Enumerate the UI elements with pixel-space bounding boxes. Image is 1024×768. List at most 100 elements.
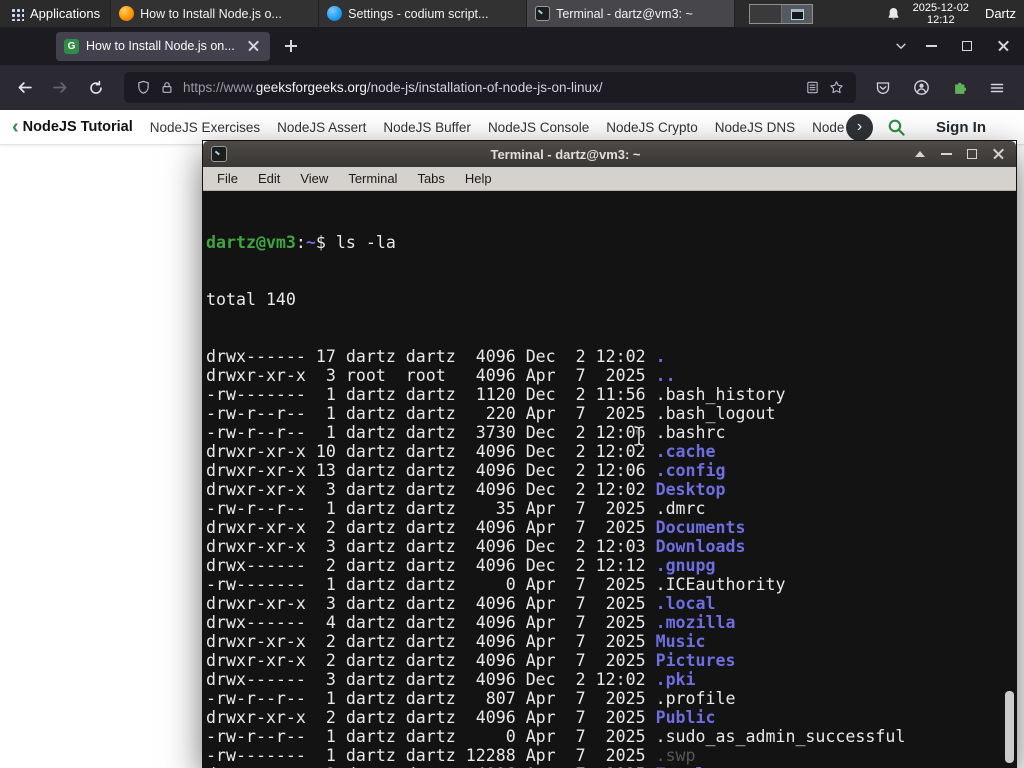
workspace-switcher[interactable] [749, 3, 814, 24]
terminal-close-button[interactable] [988, 144, 1008, 164]
terminal-line: -rw-r--r-- 1 dartz dartz 807 Apr 7 2025 … [206, 689, 736, 708]
terminal-output[interactable]: dartz@vm3:~$ ls -la total 140 drwx------… [203, 191, 1016, 768]
applications-label: Applications [30, 6, 101, 21]
terminal-menu-file[interactable]: File [207, 171, 248, 186]
tab-bar: G How to Install Node.js on... [0, 27, 1024, 65]
pocket-icon[interactable] [868, 73, 898, 103]
terminal-total-line: total 140 [206, 290, 296, 309]
panel-window-button[interactable]: Settings - codium script... [319, 0, 528, 27]
site-nav-link[interactable]: NodeJS Assert [277, 120, 366, 135]
browser-tab-active[interactable]: G How to Install Node.js on... [56, 31, 270, 61]
terminal-scrollbar-thumb[interactable] [1005, 691, 1014, 763]
panel-window-button[interactable]: How to Install Node.js o... [111, 0, 320, 27]
terminal-line: drwx------ 3 dartz dartz 4096 Dec 2 12:0… [206, 670, 696, 689]
site-nav-link[interactable]: NodeJS Buffer [383, 120, 471, 135]
extension-puzzle-icon[interactable] [944, 73, 974, 103]
panel-username: Dartz [984, 6, 1016, 21]
terminal-line: drwx------ 2 dartz dartz 4096 Dec 2 12:1… [206, 556, 716, 575]
terminal-title: Terminal - dartz@vm3: ~ [490, 146, 641, 162]
workspace-cell-active[interactable] [780, 4, 813, 23]
account-icon[interactable] [906, 73, 936, 103]
lock-icon[interactable] [160, 80, 174, 95]
site-nav-link[interactable]: NodeJS Console [488, 120, 589, 135]
tracking-shield-icon[interactable] [136, 80, 151, 95]
tab-title: How to Install Node.js on... [86, 39, 235, 53]
terminal-menu-help[interactable]: Help [455, 171, 502, 186]
site-nav-link[interactable]: NodeJS DNS [715, 120, 795, 135]
terminal-line: drwxr-xr-x 2 dartz dartz 4096 Apr 7 2025… [206, 518, 746, 537]
terminal-line: -rw------- 1 dartz dartz 0 Apr 7 2025 .I… [206, 575, 786, 594]
reload-button[interactable] [80, 73, 112, 103]
url-text[interactable]: https://www.geeksforgeeks.org/node-js/in… [183, 80, 796, 95]
terminal-icon [535, 6, 551, 21]
workspace-cell[interactable] [750, 5, 781, 23]
terminal-line: drwxr-xr-x 13 dartz dartz 4096 Dec 2 12:… [206, 461, 726, 480]
top-panel: Applications How to Install Node.js o...… [0, 0, 1024, 27]
terminal-app-icon [211, 146, 227, 162]
panel-window-title: Terminal - dartz@vm3: ~ [556, 6, 693, 21]
panel-clock[interactable]: 2025-12-02 12:12 [913, 2, 969, 26]
terminal-line: drwxr-xr-x 3 dartz dartz 4096 Apr 7 2025… [206, 594, 716, 613]
codium-icon [327, 6, 343, 21]
site-nav-link[interactable]: NodeJS Tutorial [23, 119, 133, 135]
tab-close-icon[interactable] [244, 37, 262, 55]
panel-window-title: How to Install Node.js o... [140, 6, 282, 21]
terminal-line: -rw------- 1 dartz dartz 12288 Apr 7 202… [206, 746, 696, 765]
panel-window-button[interactable]: Terminal - dartz@vm3: ~ [527, 0, 736, 27]
sign-in-button[interactable]: Sign In [936, 119, 986, 136]
browser-minimize-button[interactable] [916, 32, 946, 60]
terminal-menu-edit[interactable]: Edit [248, 171, 290, 186]
terminal-maximize-button[interactable] [962, 144, 982, 164]
terminal-line: drwxr-xr-x 10 dartz dartz 4096 Dec 2 12:… [206, 442, 716, 461]
terminal-window: Terminal - dartz@vm3: ~ File Edit View Term… [202, 140, 1017, 768]
terminal-minimize-button[interactable] [936, 144, 956, 164]
terminal-command: ls -la [335, 233, 396, 252]
terminal-line: drwxr-xr-x 3 dartz dartz 4096 Dec 2 12:0… [206, 480, 726, 499]
menu-hamburger-icon[interactable] [982, 73, 1012, 103]
browser-toolbar: https://www.geeksforgeeks.org/node-js/in… [0, 65, 1024, 110]
mini-terminal-window-icon [790, 8, 804, 20]
terminal-line: -rw-r--r-- 1 dartz dartz 3730 Dec 2 12:0… [206, 423, 726, 442]
terminal-line: drwxr-xr-x 2 dartz dartz 4096 Apr 7 2025… [206, 651, 736, 670]
browser-close-button[interactable] [988, 32, 1018, 60]
site-nav-items: NodeJS Tutorial NodeJS Exercises NodeJS As… [23, 119, 846, 135]
url-bar[interactable]: https://www.geeksforgeeks.org/node-js/in… [124, 72, 856, 103]
terminal-line: -rw-r--r-- 1 dartz dartz 35 Apr 7 2025 .… [206, 499, 706, 518]
mouse-ibeam-cursor [632, 425, 646, 447]
reader-mode-icon[interactable] [805, 80, 820, 95]
terminal-menu-tabs[interactable]: Tabs [407, 171, 454, 186]
terminal-menu-terminal[interactable]: Terminal [338, 171, 407, 186]
notification-bell-icon[interactable] [886, 6, 901, 22]
terminal-line: drwxr-xr-x 2 dartz dartz 4096 Apr 7 2025… [206, 708, 716, 727]
nav-scroll-left-icon[interactable]: ‹ [12, 116, 19, 139]
back-button[interactable] [8, 73, 40, 103]
terminal-menubar: File Edit View Terminal Tabs Help [203, 167, 1016, 191]
terminal-line: drwxr-xr-x 3 dartz dartz 4096 Dec 2 12:0… [206, 537, 746, 556]
terminal-line: drwxr-xr-x 2 dartz dartz 4096 Apr 7 2025… [206, 632, 706, 651]
terminal-shade-button[interactable] [910, 144, 930, 164]
terminal-prompt-line: dartz@vm3:~$ ls -la [206, 233, 396, 252]
terminal-line: drwx------ 17 dartz dartz 4096 Dec 2 12:… [206, 347, 666, 366]
terminal-line: drwxr-xr-x 3 root root 4096 Apr 7 2025 .… [206, 366, 676, 385]
site-nav-link[interactable]: Node [812, 120, 844, 135]
list-all-tabs-button[interactable] [886, 32, 916, 60]
applications-menu-button[interactable]: Applications [0, 0, 110, 27]
terminal-menu-view[interactable]: View [290, 171, 338, 186]
site-nav-link[interactable]: NodeJS Exercises [150, 120, 260, 135]
panel-time: 12:12 [927, 13, 955, 26]
terminal-line: -rw-r--r-- 1 dartz dartz 220 Apr 7 2025 … [206, 404, 776, 423]
terminal-line: -rw------- 1 dartz dartz 1120 Dec 2 11:5… [206, 385, 786, 404]
terminal-line: drwx------ 4 dartz dartz 4096 Apr 7 2025… [206, 613, 736, 632]
nav-scroll-right-icon: › [856, 118, 863, 135]
site-nav-link[interactable]: NodeJS Crypto [606, 120, 698, 135]
browser-maximize-button[interactable] [952, 32, 982, 60]
forward-button[interactable] [44, 73, 76, 103]
terminal-titlebar[interactable]: Terminal - dartz@vm3: ~ [203, 141, 1016, 167]
panel-date: 2025-12-02 [912, 1, 969, 14]
bookmark-star-icon[interactable] [829, 80, 844, 95]
applications-grid-icon [10, 6, 24, 21]
new-tab-button[interactable] [278, 33, 304, 59]
search-icon[interactable] [887, 118, 906, 137]
nav-scroll-right-button[interactable]: › [846, 113, 873, 141]
panel-window-title: Settings - codium script... [348, 6, 489, 21]
